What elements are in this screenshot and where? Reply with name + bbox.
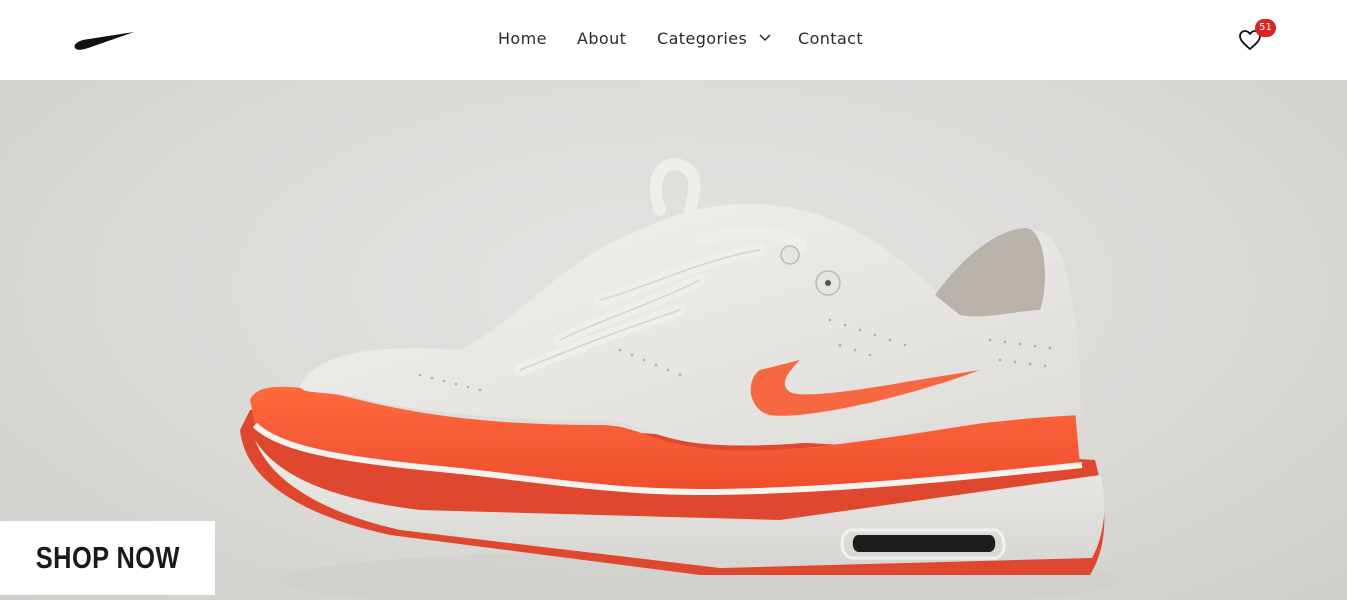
shop-now-label: SHOP NOW (35, 540, 180, 575)
chevron-down-icon (759, 34, 771, 42)
nav-home-link[interactable]: Home (498, 29, 547, 49)
hero-banner: SHOP NOW (0, 80, 1347, 600)
shop-now-button[interactable]: SHOP NOW (0, 521, 215, 595)
page: Home About Categories Contact 51 SHOP NO… (0, 0, 1347, 600)
main-nav: Home About Categories Contact (0, 0, 1347, 80)
wishlist-count-badge: 51 (1255, 19, 1276, 37)
nav-categories-dropdown[interactable]: Categories (657, 29, 771, 49)
nav-categories-label: Categories (657, 29, 748, 48)
site-header: Home About Categories Contact 51 (0, 0, 1347, 80)
nav-about-link[interactable]: About (577, 29, 626, 49)
nav-contact-link[interactable]: Contact (798, 29, 863, 49)
